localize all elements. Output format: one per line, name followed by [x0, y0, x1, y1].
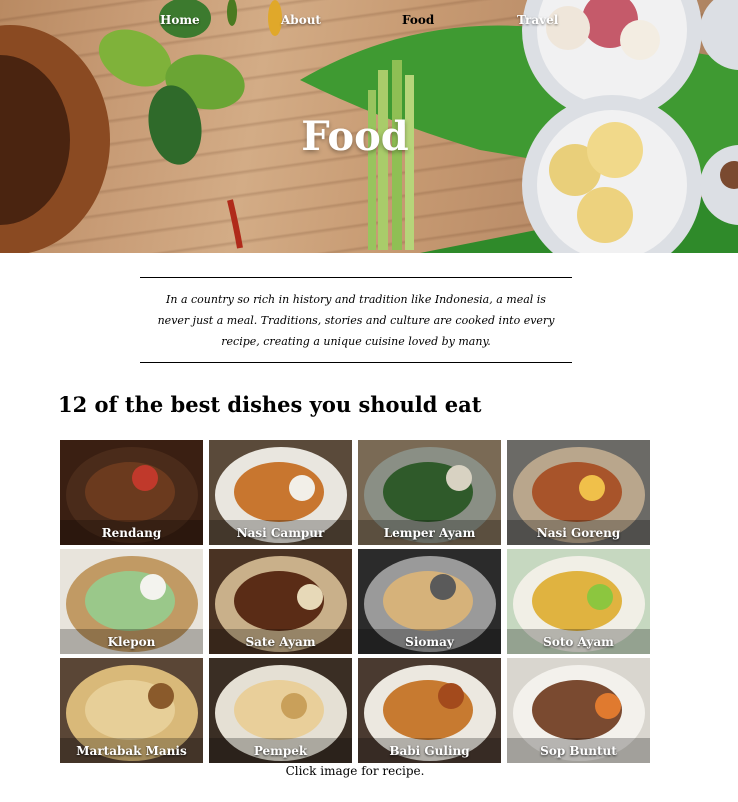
dish-tile[interactable]: Sate Ayam — [209, 549, 352, 654]
intro-quote: In a country so rich in history and trad… — [140, 277, 572, 363]
dish-tile[interactable]: Klepon — [60, 549, 203, 654]
dish-tile[interactable]: Soto Ayam — [507, 549, 650, 654]
dish-label: Rendang — [101, 526, 162, 540]
dish-label: Babi Guling — [389, 744, 470, 758]
dish-label: Soto Ayam — [543, 635, 614, 649]
nav-home-link[interactable]: Home — [160, 13, 200, 27]
section-title: 12 of the best dishes you should eat — [58, 392, 482, 417]
dish-tile[interactable]: Rendang — [60, 440, 203, 545]
nav-travel-link[interactable]: Travel — [517, 13, 558, 27]
dish-tile[interactable]: Nasi Campur — [209, 440, 352, 545]
dish-tile[interactable]: Martabak Manis — [60, 658, 203, 763]
hero-banner: Home About Food Travel Food — [0, 0, 738, 253]
dish-label: Lemper Ayam — [383, 526, 476, 540]
dish-label: Sate Ayam — [245, 635, 316, 649]
dish-label: Nasi Goreng — [536, 526, 621, 540]
grid-caption: Click image for recipe. — [285, 764, 425, 778]
dish-grid: Rendang Nasi Campur Lemper Ayam Nasi Goreng… — [60, 440, 652, 763]
dish-tile[interactable]: Siomay — [358, 549, 501, 654]
dish-tile[interactable]: Pempek — [209, 658, 352, 763]
dish-tile[interactable]: Lemper Ayam — [358, 440, 501, 545]
nav-about-link[interactable]: About — [281, 13, 321, 27]
page-title: Food — [301, 113, 409, 160]
dish-label: Nasi Campur — [236, 526, 325, 540]
intro-text: In a country so rich in history and trad… — [157, 292, 555, 348]
top-nav: Home About Food Travel — [0, 13, 738, 33]
dish-label: Martabak Manis — [76, 744, 187, 758]
dish-tile[interactable]: Nasi Goreng — [507, 440, 650, 545]
dish-tile[interactable]: Babi Guling — [358, 658, 501, 763]
dish-label: Sop Buntut — [540, 744, 617, 758]
dish-label: Siomay — [405, 635, 454, 649]
dish-tile[interactable]: Sop Buntut — [507, 658, 650, 763]
nav-food-link[interactable]: Food — [402, 13, 434, 27]
dish-label: Pempek — [253, 744, 308, 758]
dish-label: Klepon — [107, 635, 156, 649]
